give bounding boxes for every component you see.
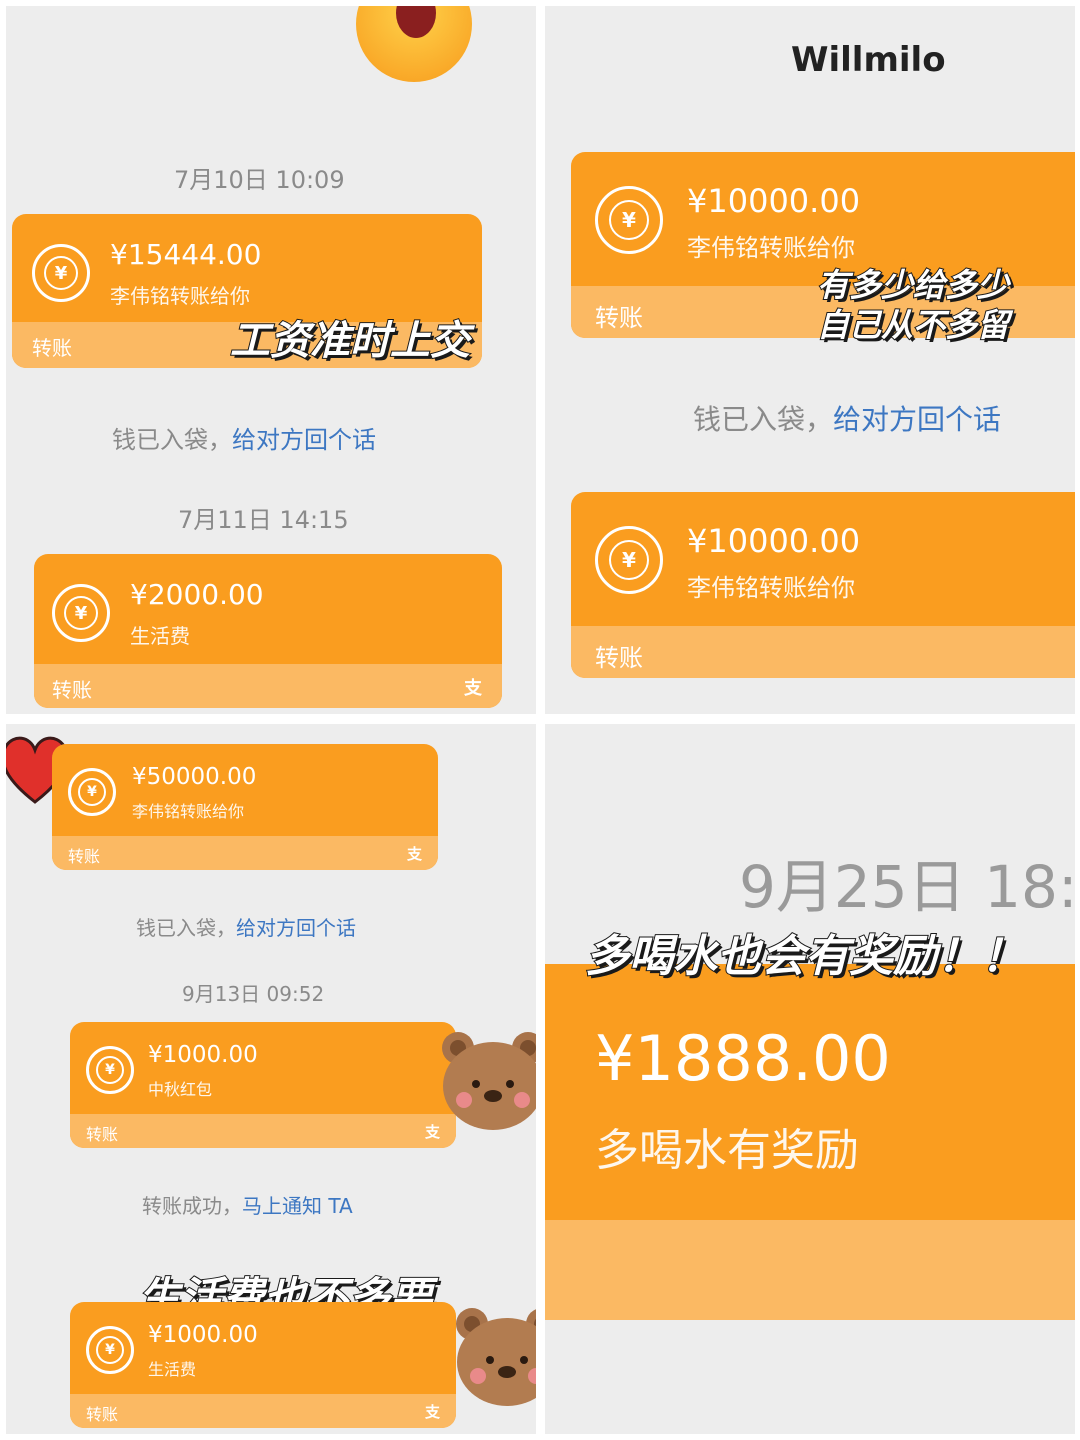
transfer-description: 中秋红包 — [148, 1080, 213, 1099]
reply-link[interactable]: 给对方回个话 — [833, 403, 1001, 436]
transfer-card[interactable]: ¥ ¥1000.00 生活费 转账 支 — [70, 1302, 456, 1428]
transfer-description: 多喝水有奖励 — [595, 1125, 859, 1176]
transfer-amount: ¥2000.00 — [130, 578, 264, 611]
alipay-icon: 支 — [424, 1403, 440, 1421]
timestamp: 9月13日 09:52 — [182, 982, 325, 1006]
alipay-icon: 支 — [406, 845, 422, 863]
transfer-description: 生活费 — [148, 1360, 197, 1379]
transfer-card[interactable]: ¥ ¥50000.00 李伟铭转账给你 转账 支 — [52, 744, 438, 870]
transfer-description: 李伟铭转账给你 — [110, 284, 250, 308]
bear-sticker-icon — [456, 1308, 536, 1406]
panel-bottom-left: ¥ ¥50000.00 李伟铭转账给你 转账 支 钱已入袋，给对方回个话 9月1… — [6, 724, 536, 1434]
transfer-label: 转账 — [86, 1405, 119, 1424]
sticker-caption: 多喝水也会有奖励！！ — [584, 930, 1026, 983]
transfer-amount: ¥1000.00 — [148, 1322, 258, 1348]
transfer-success-note: 转账成功，马上通知 TA — [142, 1194, 353, 1218]
transfer-description: 李伟铭转账给你 — [132, 802, 245, 821]
transfer-description: 李伟铭转账给你 — [687, 234, 855, 262]
transfer-card[interactable]: ¥1888.00 多喝水有奖励 — [545, 964, 1075, 1320]
alipay-icon: 支 — [464, 678, 482, 699]
transfer-card[interactable]: ¥ ¥2000.00 生活费 转账 支 — [34, 554, 502, 708]
transfer-amount: ¥15444.00 — [110, 238, 262, 271]
transfer-description: 李伟铭转账给你 — [687, 574, 855, 602]
panel-top-left: 7月10日 10:09 ¥ ¥15444.00 李伟铭转账给你 转账 工资准时上… — [6, 6, 536, 714]
transfer-description: 生活费 — [130, 624, 190, 648]
transfer-card[interactable]: ¥ ¥1000.00 中秋红包 转账 支 — [70, 1022, 456, 1148]
transfer-label: 转账 — [52, 678, 92, 702]
transfer-amount: ¥1000.00 — [148, 1042, 258, 1068]
screaming-emoji-icon — [356, 6, 472, 82]
transfer-amount: ¥10000.00 — [687, 182, 861, 220]
transfer-icon: ¥ — [86, 1046, 134, 1094]
transfer-label: 转账 — [595, 644, 643, 672]
timestamp: 7月10日 10:09 — [174, 166, 345, 194]
bear-sticker-icon — [442, 1032, 536, 1130]
transfer-label: 转账 — [86, 1125, 119, 1144]
transfer-card[interactable]: ¥ ¥10000.00 李伟铭转账给你 转账 — [571, 492, 1075, 678]
sticker-caption-line2: 自己从不多留 — [816, 305, 1010, 345]
transfer-icon: ¥ — [86, 1326, 134, 1374]
transfer-label: 转账 — [68, 847, 101, 866]
received-note: 钱已入袋，给对方回个话 — [112, 426, 376, 454]
transfer-label: 转账 — [595, 304, 643, 332]
reply-link[interactable]: 给对方回个话 — [236, 916, 356, 940]
timestamp: 9月25日 18: — [739, 853, 1075, 921]
transfer-icon: ¥ — [595, 186, 663, 254]
transfer-amount: ¥10000.00 — [687, 522, 861, 560]
transfer-icon: ¥ — [595, 526, 663, 594]
chat-title: Willmilo — [791, 40, 946, 80]
sticker-caption: 工资准时上交 — [229, 317, 471, 365]
transfer-icon: ¥ — [52, 584, 110, 642]
panel-top-right: Willmilo ¥ ¥10000.00 李伟铭转账给你 转账 有多少给多少 自… — [545, 6, 1075, 714]
timestamp: 7月11日 14:15 — [178, 506, 349, 534]
transfer-icon: ¥ — [32, 244, 90, 302]
reply-link[interactable]: 给对方回个话 — [232, 426, 376, 454]
transfer-label: 转账 — [32, 336, 72, 360]
panel-bottom-right: 9月25日 18: ¥1888.00 多喝水有奖励 多喝水也会有奖励！！ — [545, 724, 1075, 1434]
transfer-amount: ¥50000.00 — [132, 764, 257, 790]
received-note: 钱已入袋，给对方回个话 — [136, 916, 356, 940]
notify-link[interactable]: 马上通知 TA — [242, 1194, 353, 1218]
transfer-amount: ¥1888.00 — [595, 1022, 891, 1095]
received-note: 钱已入袋，给对方回个话 — [693, 403, 1002, 436]
transfer-icon: ¥ — [68, 768, 116, 816]
